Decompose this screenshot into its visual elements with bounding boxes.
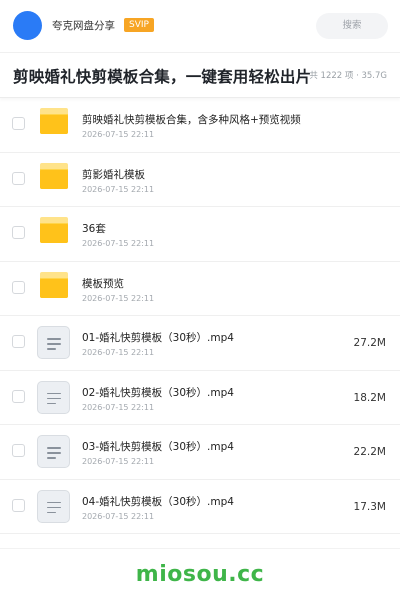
svip-badge: SVIP [124, 18, 154, 32]
item-name: 剪映婚礼快剪模板合集，含多种风格+预览视频 [82, 114, 301, 126]
file-icon [37, 326, 70, 359]
list-item[interactable]: 02-婚礼快剪模板（30秒）.mp4 2026-07-15 22:11 18.2… [0, 371, 400, 425]
file-icon [37, 489, 70, 523]
watermark: miosou.cc [135, 562, 265, 587]
list-item[interactable]: 剪映婚礼快剪模板合集，含多种风格+预览视频 2026-07-15 22:11 [0, 98, 400, 153]
checkbox[interactable] [12, 498, 25, 512]
item-date: 2026-07-15 22:11 [82, 130, 155, 139]
item-size: 27.2M [353, 337, 386, 349]
avatar[interactable] [13, 11, 42, 40]
checkbox[interactable] [12, 389, 25, 403]
divider [0, 548, 400, 549]
item-date: 2026-07-15 22:11 [82, 457, 155, 466]
item-date: 2026-07-15 22:11 [82, 511, 155, 521]
folder-icon [40, 271, 68, 298]
list-item[interactable]: 03-婚礼快剪模板（30秒）.mp4 2026-07-15 22:11 22.2… [0, 425, 400, 480]
file-list: 剪映婚礼快剪模板合集，含多种风格+预览视频 2026-07-15 22:11 剪… [0, 98, 400, 534]
item-name: 01-婚礼快剪模板（30秒）.mp4 [82, 332, 234, 344]
item-name: 剪影婚礼模板 [82, 168, 145, 181]
item-name: 36套 [82, 223, 106, 235]
item-name: 模板预览 [82, 277, 124, 290]
item-date: 2026-07-15 22:11 [82, 239, 155, 248]
item-name: 02-婚礼快剪模板（30秒）.mp4 [82, 386, 234, 399]
folder-icon [40, 162, 68, 189]
item-date: 2026-07-15 22:11 [82, 402, 155, 412]
list-item[interactable]: 剪影婚礼模板 2026-07-15 22:11 [0, 153, 400, 207]
checkbox[interactable] [12, 335, 25, 348]
file-count-size: 共 1222 项 · 35.7G [309, 71, 387, 81]
list-item[interactable]: 01-婚礼快剪模板（30秒）.mp4 2026-07-15 22:11 27.2… [0, 316, 400, 371]
checkbox[interactable] [12, 226, 25, 239]
item-size: 22.2M [353, 446, 386, 458]
file-icon [37, 380, 70, 414]
list-item[interactable]: 04-婚礼快剪模板（30秒）.mp4 2026-07-15 22:11 17.3… [0, 480, 400, 534]
folder-icon [40, 217, 68, 243]
item-size: 18.2M [353, 391, 386, 404]
checkbox[interactable] [12, 117, 25, 130]
title-bar: 剪映婚礼快剪模板合集，一键套用轻松出片 共 1222 项 · 35.7G [0, 52, 400, 98]
item-date: 2026-07-15 22:11 [82, 184, 155, 194]
page-title: 剪映婚礼快剪模板合集，一键套用轻松出片 [13, 68, 312, 86]
checkbox[interactable] [12, 171, 25, 185]
file-icon [37, 435, 70, 468]
app-name: 夸克网盘分享 [52, 20, 115, 32]
search-input[interactable] [316, 13, 388, 39]
item-name: 03-婚礼快剪模板（30秒）.mp4 [82, 441, 234, 453]
item-date: 2026-07-15 22:11 [82, 348, 155, 357]
checkbox[interactable] [12, 280, 25, 294]
checkbox[interactable] [12, 444, 25, 457]
top-header: 夸克网盘分享 SVIP [0, 0, 400, 53]
list-item[interactable]: 模板预览 2026-07-15 22:11 [0, 262, 400, 316]
item-size: 17.3M [353, 500, 386, 513]
item-date: 2026-07-15 22:11 [82, 293, 155, 303]
list-item[interactable]: 36套 2026-07-15 22:11 [0, 207, 400, 262]
folder-icon [40, 108, 68, 134]
item-name: 04-婚礼快剪模板（30秒）.mp4 [82, 495, 234, 508]
